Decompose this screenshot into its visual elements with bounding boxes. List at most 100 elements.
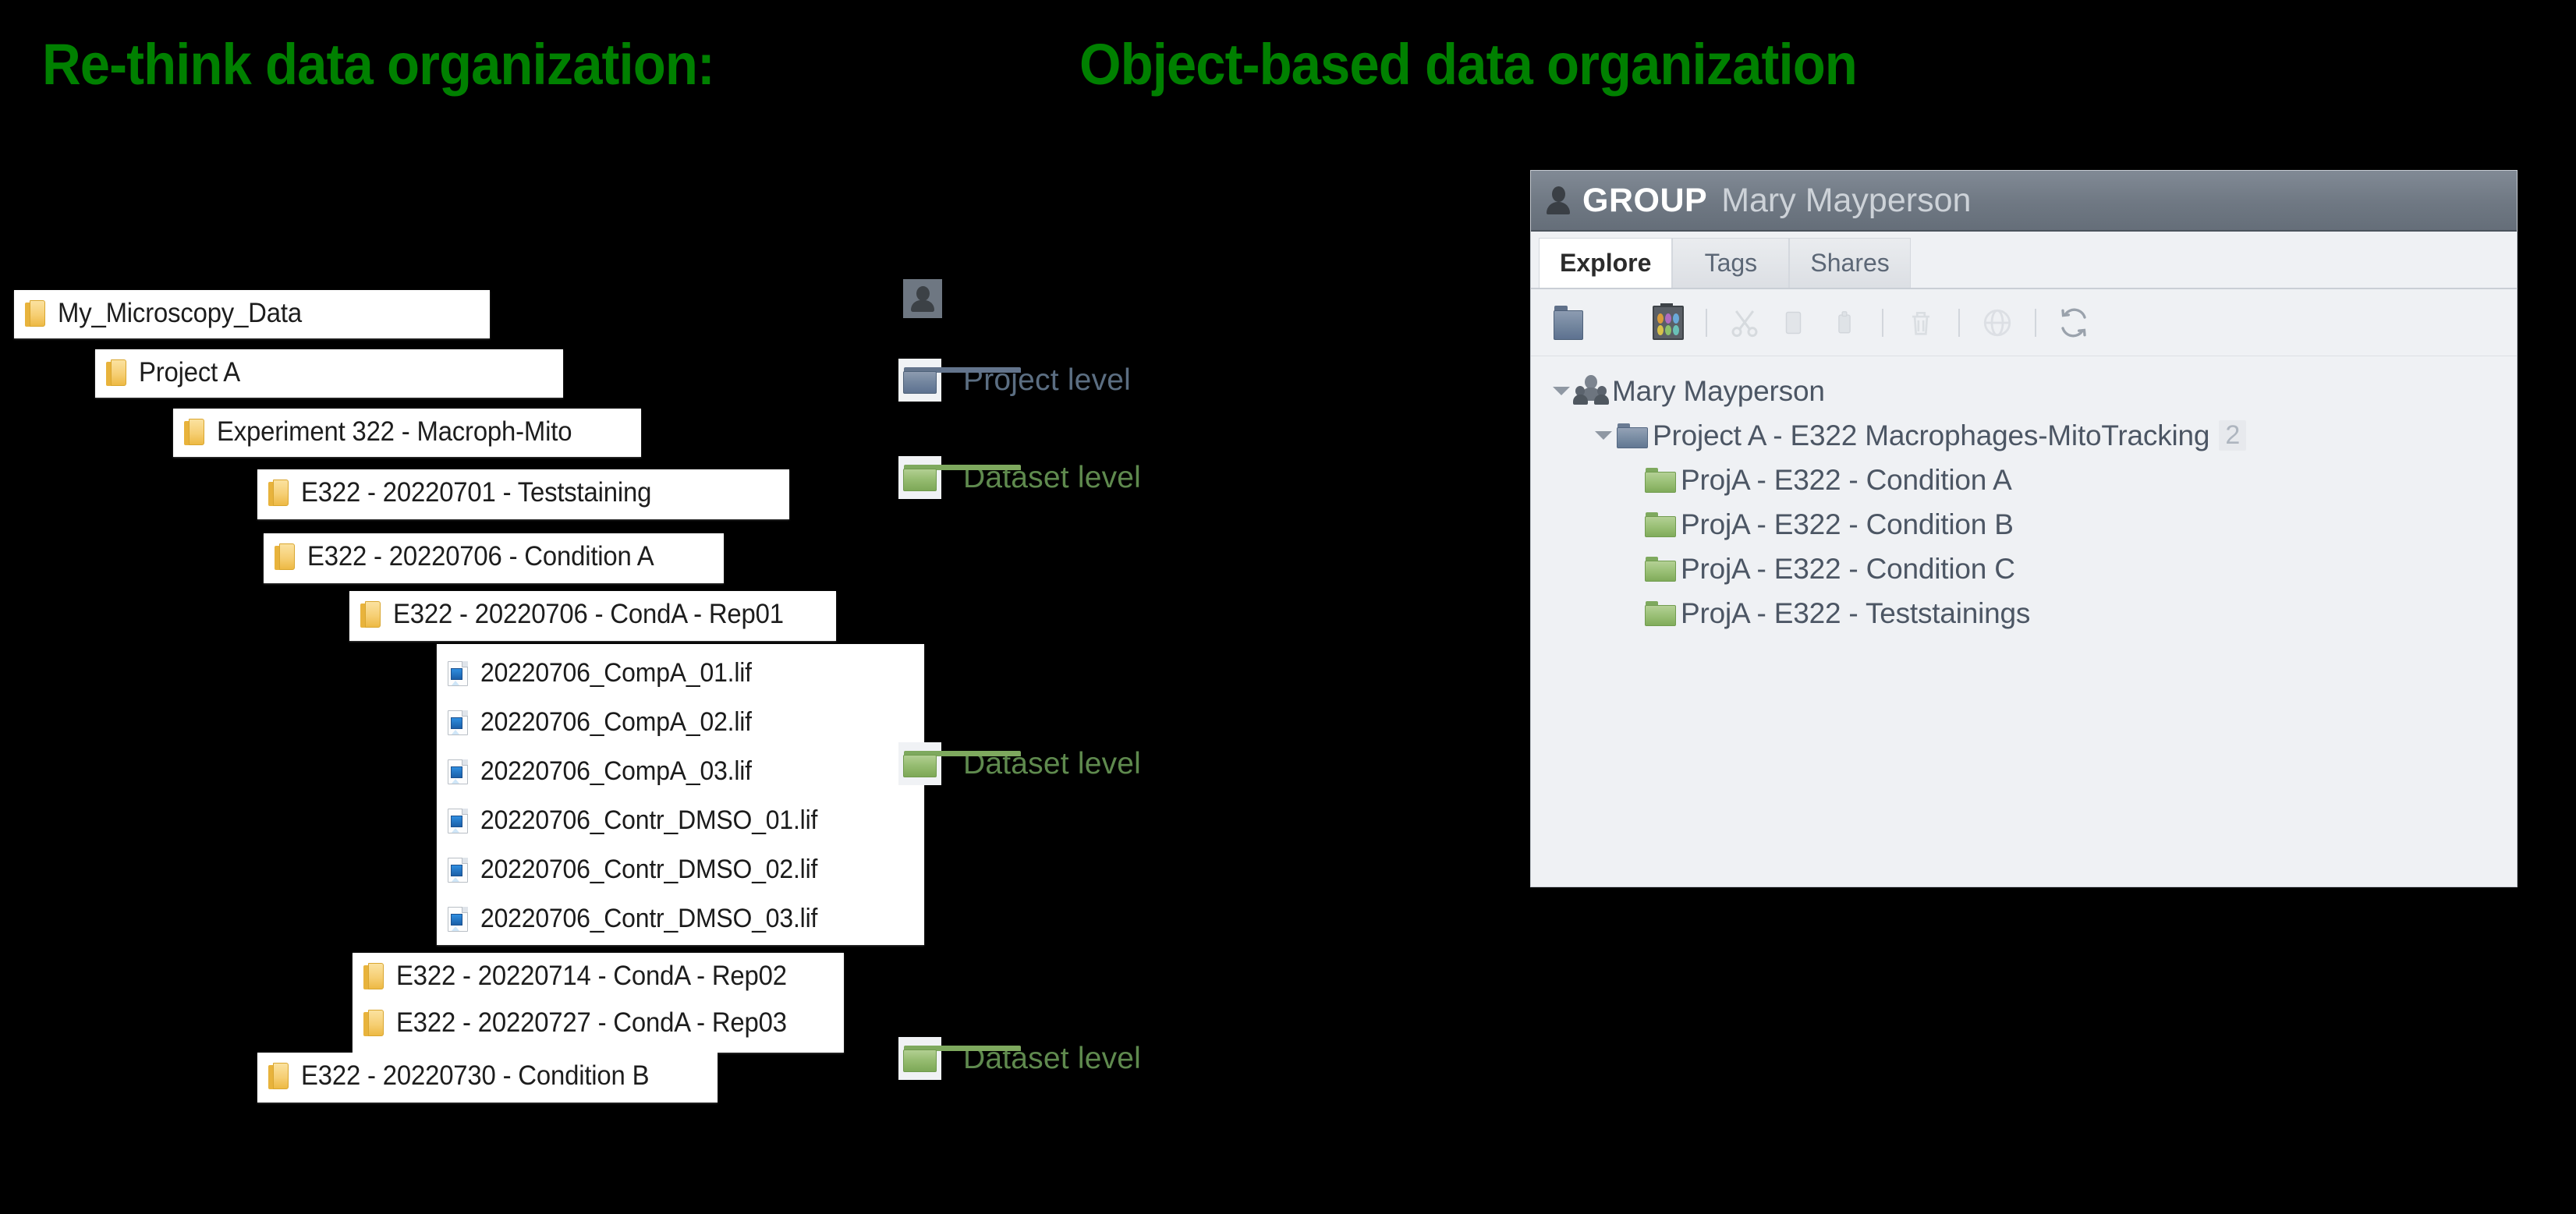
folder-label: E322 - 20220706 - CondA - Rep01 (393, 599, 784, 629)
green-folder-icon (898, 1037, 1021, 1080)
file-label: 20220706_Contr_DMSO_02.lif (480, 855, 818, 884)
tab-shares[interactable]: Shares (1789, 238, 1911, 288)
folder-row[interactable]: E322 - 20220730 - Condition B (257, 1053, 718, 1099)
blue-folder-icon (1617, 423, 1648, 448)
folder-row[interactable]: E322 - 20220701 - Teststaining (257, 469, 789, 516)
file-row[interactable]: 20220706_CompA_01.lif (437, 649, 924, 698)
folder-row[interactable]: E322 - 20220714 - CondA - Rep02 (353, 953, 844, 1000)
tree-row-dataset[interactable]: ProjA - E322 - Condition C (1548, 547, 2517, 591)
folder-window-rep02-rep03[interactable]: E322 - 20220714 - CondA - Rep02 E322 - 2… (353, 953, 844, 1053)
tree-row-dataset[interactable]: ProjA - E322 - Condition A (1548, 458, 2517, 502)
folder-label: E322 - 20220727 - CondA - Rep03 (396, 1007, 787, 1038)
legend-user (903, 279, 942, 318)
folder-label: E322 - 20220701 - Teststaining (301, 477, 652, 508)
omero-group-header: GROUP Mary Mayperson (1531, 171, 2517, 232)
file-row[interactable]: 20220706_Contr_DMSO_01.lif (437, 796, 924, 845)
toolbar (1531, 289, 2517, 356)
group-label: GROUP (1582, 181, 1708, 219)
legend-dataset-level-3: Dataset level (898, 1037, 1141, 1080)
person-icon (1545, 185, 1571, 216)
tree-user-label: Mary Mayperson (1612, 374, 1825, 407)
page-title: Re-think data organization: Object-based… (42, 22, 2382, 108)
file-label: 20220706_Contr_DMSO_01.lif (480, 805, 818, 835)
group-user-name: Mary Mayperson (1721, 181, 1972, 219)
folder-label: E322 - 20220706 - Condition A (307, 541, 654, 572)
image-file-icon (448, 660, 468, 686)
new-screen-plate-icon[interactable] (1643, 299, 1693, 346)
chevron-down-icon[interactable] (1590, 423, 1617, 449)
cut-icon[interactable] (1720, 299, 1770, 346)
copy-icon[interactable] (1770, 299, 1819, 346)
image-file-icon (448, 906, 468, 932)
green-folder-icon (1645, 467, 1676, 493)
file-row[interactable]: 20220706_Contr_DMSO_03.lif (437, 894, 924, 943)
tree-row-project[interactable]: Project A - E322 Macrophages-MitoTrackin… (1548, 413, 2517, 458)
toolbar-spacer (1593, 299, 1643, 346)
tree-project-count: 2 (2219, 420, 2247, 451)
tree-dataset-label: ProjA - E322 - Condition A (1681, 463, 2012, 496)
folder-window-teststaining[interactable]: E322 - 20220701 - Teststaining (257, 469, 789, 519)
file-label: 20220706_CompA_03.lif (480, 756, 752, 786)
toolbar-separator (1706, 308, 1707, 337)
folder-label: E322 - 20220730 - Condition B (301, 1060, 650, 1091)
group-users-icon (1573, 374, 1609, 408)
folder-window-project-a[interactable]: Project A (95, 349, 563, 398)
folder-row[interactable]: My_Microscopy_Data (14, 290, 490, 337)
folder-row[interactable]: E322 - 20220706 - CondA - Rep01 (349, 591, 836, 638)
file-list-window[interactable]: 20220706_CompA_01.lif 20220706_CompA_02.… (437, 644, 924, 945)
omero-explore-panel: GROUP Mary Mayperson Explore Tags Shares (1530, 170, 2518, 887)
toolbar-separator (1882, 308, 1883, 337)
publish-globe-icon[interactable] (1972, 299, 2022, 346)
tab-explore[interactable]: Explore (1539, 238, 1673, 288)
tree-row-dataset[interactable]: ProjA - E322 - Teststainings (1548, 591, 2517, 635)
tree-row-user[interactable]: Mary Mayperson (1548, 369, 2517, 413)
green-folder-icon (1645, 511, 1676, 537)
image-file-icon (448, 710, 468, 735)
yellow-folder-icon (184, 419, 204, 445)
folder-label: Experiment 322 - Macroph-Mito (217, 416, 572, 447)
yellow-folder-icon (25, 300, 45, 327)
yellow-folder-icon (268, 480, 289, 506)
paste-icon[interactable] (1819, 299, 1869, 346)
folder-row[interactable]: Project A (95, 349, 563, 396)
green-folder-icon (898, 456, 1021, 499)
yellow-folder-icon (106, 359, 126, 386)
file-row[interactable]: 20220706_Contr_DMSO_02.lif (437, 845, 924, 894)
folder-window-my-microscopy-data[interactable]: My_Microscopy_Data (14, 290, 490, 338)
person-icon (903, 279, 942, 318)
legend-dataset-level-2: Dataset level (898, 742, 1141, 785)
folder-row[interactable]: E322 - 20220727 - CondA - Rep03 (353, 1000, 844, 1046)
tree-row-dataset[interactable]: ProjA - E322 - Condition B (1548, 502, 2517, 547)
tree-dataset-label: ProjA - E322 - Condition C (1681, 552, 2015, 585)
legend-dataset-level-1: Dataset level (898, 456, 1141, 499)
folder-label: My_Microscopy_Data (58, 298, 302, 328)
folder-window-condition-b[interactable]: E322 - 20220730 - Condition B (257, 1053, 718, 1103)
file-row[interactable]: 20220706_CompA_02.lif (437, 698, 924, 747)
green-folder-icon (898, 742, 1021, 785)
tab-tags[interactable]: Tags (1672, 238, 1790, 288)
image-file-icon (448, 857, 468, 883)
folder-window-conda-rep01[interactable]: E322 - 20220706 - CondA - Rep01 (349, 591, 836, 641)
image-file-icon (448, 808, 468, 834)
tree-project-label: Project A - E322 Macrophages-MitoTrackin… (1653, 419, 2210, 451)
chevron-down-icon[interactable] (1548, 378, 1575, 405)
green-folder-icon (1645, 600, 1676, 626)
toolbar-separator (1958, 308, 1960, 337)
legend-project-level: Project level (898, 359, 1131, 402)
tab-bar: Explore Tags Shares (1531, 232, 2517, 288)
folder-label: E322 - 20220714 - CondA - Rep02 (396, 961, 787, 991)
blue-folder-icon (898, 359, 1021, 402)
omero-tree: Mary Mayperson Project A - E322 Macropha… (1531, 356, 2517, 635)
file-row[interactable]: 20220706_CompA_03.lif (437, 747, 924, 796)
folder-row[interactable]: E322 - 20220706 - Condition A (264, 533, 724, 580)
tree-dataset-label: ProjA - E322 - Teststainings (1681, 596, 2031, 629)
delete-trash-icon[interactable] (1896, 299, 1946, 346)
folder-row[interactable]: Experiment 322 - Macroph-Mito (173, 409, 641, 455)
folder-window-condition-a[interactable]: E322 - 20220706 - Condition A (264, 533, 724, 583)
yellow-folder-icon (268, 1063, 289, 1089)
new-project-folder-icon[interactable] (1543, 299, 1593, 346)
yellow-folder-icon (360, 601, 381, 628)
page-title-left: Re-think data organization: (42, 32, 715, 97)
refresh-icon[interactable] (2049, 299, 2099, 346)
folder-window-experiment-322[interactable]: Experiment 322 - Macroph-Mito (173, 409, 641, 457)
